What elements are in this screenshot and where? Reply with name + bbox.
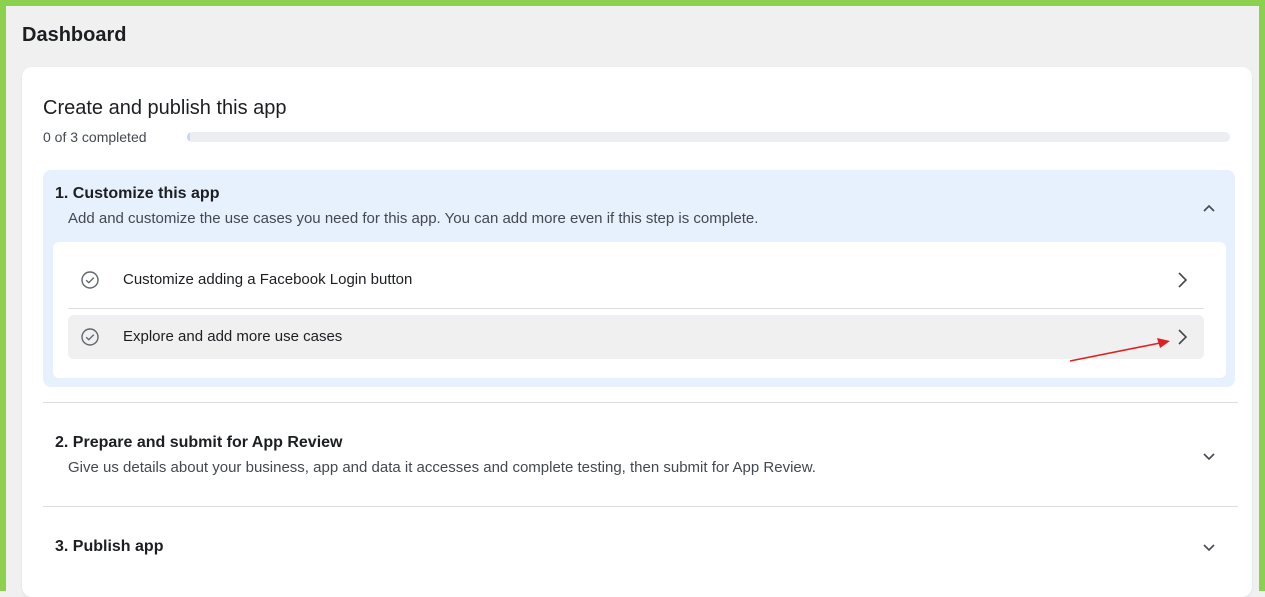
task-facebook-login-button[interactable]: Customize adding a Facebook Login button xyxy=(68,258,1204,302)
task-label: Explore and add more use cases xyxy=(123,328,343,345)
chevron-right-icon[interactable] xyxy=(1172,270,1192,290)
progress-bar xyxy=(187,132,1230,142)
card-title: Create and publish this app xyxy=(43,97,287,119)
step-app-review[interactable]: 2. Prepare and submit for App Review Giv… xyxy=(43,403,1238,506)
step-description: Give us details about your business, app… xyxy=(68,459,816,476)
page-title: Dashboard xyxy=(22,24,127,46)
screenshot-frame: Dashboard Create and publish this app 0 … xyxy=(0,0,1265,597)
step-customize-app: 1. Customize this app Add and customize … xyxy=(43,170,1235,387)
chevron-right-icon[interactable] xyxy=(1172,327,1192,347)
progress-bar-fill xyxy=(187,132,190,142)
task-explore-use-cases[interactable]: Explore and add more use cases xyxy=(68,315,1204,359)
step-description: Add and customize the use cases you need… xyxy=(68,210,759,227)
step-title[interactable]: 1. Customize this app xyxy=(55,185,219,203)
step-publish-app[interactable]: 3. Publish app xyxy=(43,507,1238,587)
task-list: Customize adding a Facebook Login button… xyxy=(53,242,1226,378)
task-label: Customize adding a Facebook Login button xyxy=(123,271,413,288)
setup-card: Create and publish this app 0 of 3 compl… xyxy=(22,67,1252,597)
step-title: 3. Publish app xyxy=(55,538,164,555)
chevron-up-icon[interactable] xyxy=(1198,197,1220,219)
divider xyxy=(68,308,1204,309)
check-circle-icon xyxy=(81,328,99,346)
chevron-down-icon[interactable] xyxy=(1198,446,1220,468)
check-circle-icon xyxy=(81,271,99,289)
chevron-down-icon[interactable] xyxy=(1198,537,1220,559)
progress-text: 0 of 3 completed xyxy=(43,129,147,145)
step-title: 2. Prepare and submit for App Review xyxy=(55,434,343,451)
